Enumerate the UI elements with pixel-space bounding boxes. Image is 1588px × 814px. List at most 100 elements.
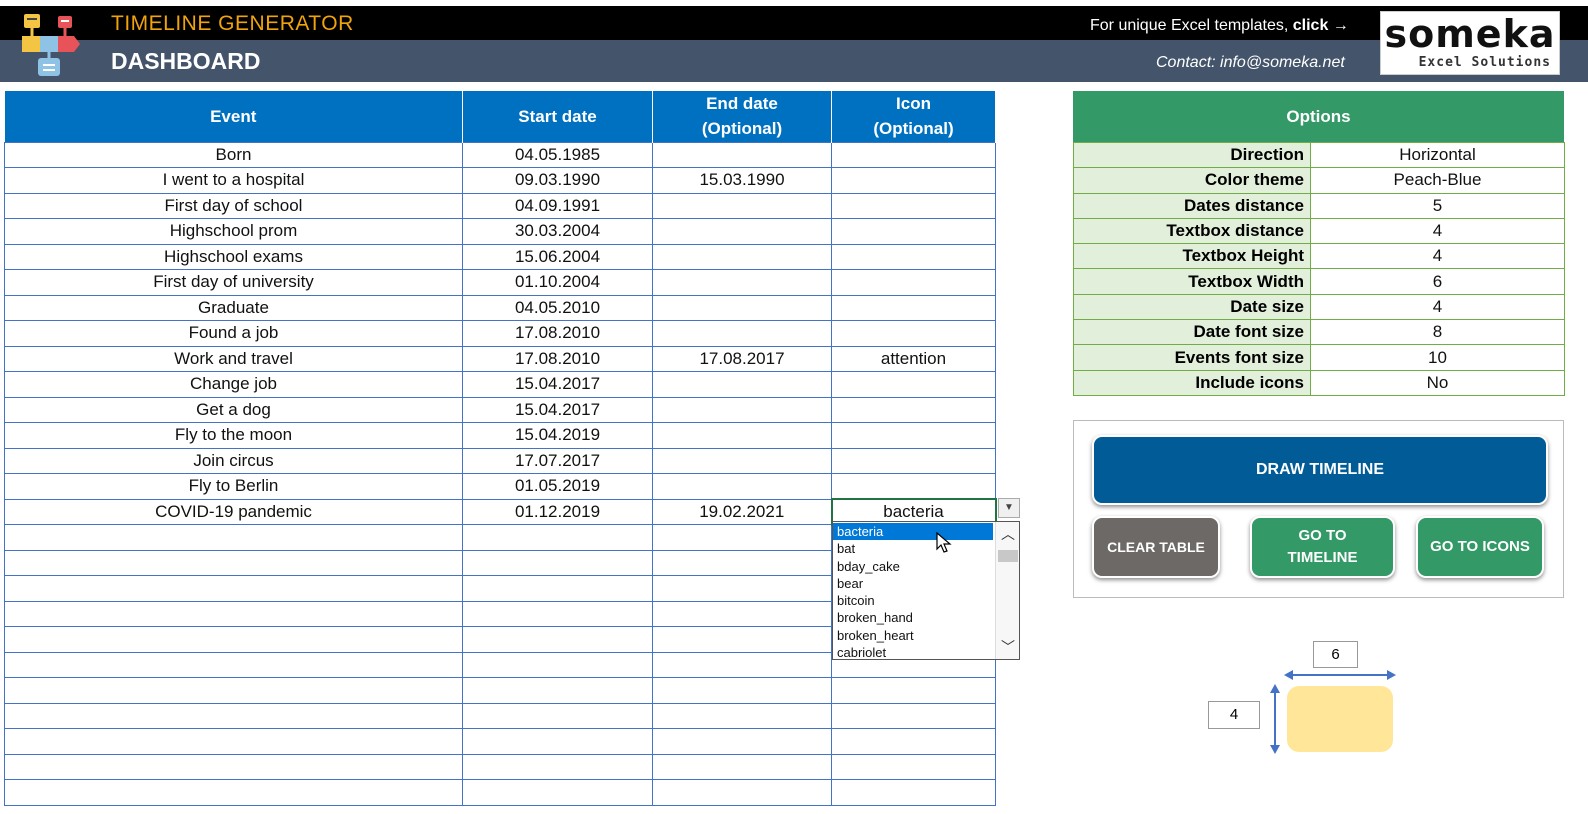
icon-cell[interactable] (831, 779, 996, 806)
start-date-cell[interactable] (462, 575, 653, 602)
option-value[interactable]: Horizontal (1310, 141, 1565, 169)
chevron-down-icon[interactable]: ﹀ (996, 637, 1020, 657)
go-to-icons-button[interactable]: GO TO ICONS (1416, 516, 1544, 578)
event-cell[interactable] (4, 753, 463, 780)
dropdown-option[interactable]: broken_heart (833, 627, 993, 644)
start-date-cell[interactable]: 04.05.1985 (462, 141, 653, 168)
event-cell[interactable]: Get a dog (4, 396, 463, 423)
event-cell[interactable]: I went to a hospital (4, 167, 463, 194)
event-cell[interactable] (4, 549, 463, 576)
end-date-cell[interactable] (652, 575, 832, 602)
icon-cell[interactable] (831, 294, 996, 321)
event-cell[interactable] (4, 677, 463, 704)
end-date-cell[interactable] (652, 728, 832, 755)
option-value[interactable]: 10 (1310, 344, 1565, 371)
start-date-cell[interactable]: 01.12.2019 (462, 498, 653, 525)
start-date-cell[interactable] (462, 702, 653, 729)
icon-cell[interactable] (831, 396, 996, 423)
start-date-cell[interactable]: 17.08.2010 (462, 320, 653, 347)
start-date-cell[interactable] (462, 753, 653, 780)
icon-cell[interactable] (831, 753, 996, 780)
icon-cell[interactable] (831, 728, 996, 755)
start-date-cell[interactable]: 15.04.2017 (462, 371, 653, 398)
end-date-cell[interactable] (652, 779, 832, 806)
icon-cell[interactable] (831, 371, 996, 398)
icon-cell[interactable] (831, 320, 996, 347)
event-cell[interactable] (4, 702, 463, 729)
end-date-cell[interactable] (652, 218, 832, 245)
start-date-cell[interactable]: 30.03.2004 (462, 218, 653, 245)
option-value[interactable]: 8 (1310, 319, 1565, 346)
end-date-cell[interactable] (652, 422, 832, 449)
end-date-cell[interactable] (652, 702, 832, 729)
draw-timeline-button[interactable]: DRAW TIMELINE (1092, 435, 1548, 505)
option-value[interactable]: 4 (1310, 243, 1565, 270)
event-cell[interactable] (4, 524, 463, 551)
end-date-cell[interactable] (652, 320, 832, 347)
end-date-cell[interactable] (652, 677, 832, 704)
dropdown-option[interactable]: broken_hand (833, 609, 993, 626)
icon-cell[interactable] (831, 218, 996, 245)
event-cell[interactable]: Found a job (4, 320, 463, 347)
scrollbar-thumb[interactable] (998, 550, 1018, 562)
start-date-cell[interactable] (462, 677, 653, 704)
start-date-cell[interactable] (462, 728, 653, 755)
event-cell[interactable] (4, 651, 463, 678)
icon-dropdown-list[interactable]: bacteria bat bday_cake bear bitcoin broken_ha… (832, 521, 1020, 660)
option-value[interactable]: Peach-Blue (1310, 167, 1565, 194)
icon-cell[interactable] (831, 447, 996, 474)
end-date-cell[interactable] (652, 549, 832, 576)
end-date-cell[interactable] (652, 396, 832, 423)
event-cell[interactable]: Fly to the moon (4, 422, 463, 449)
event-cell[interactable] (4, 575, 463, 602)
someka-logo[interactable]: someka Excel Solutions (1380, 11, 1560, 75)
option-value[interactable]: No (1310, 369, 1565, 396)
start-date-cell[interactable] (462, 779, 653, 806)
start-date-cell[interactable]: 15.04.2019 (462, 422, 653, 449)
clear-table-button[interactable]: CLEAR TABLE (1092, 516, 1220, 578)
event-cell[interactable]: First day of school (4, 192, 463, 219)
event-cell[interactable]: Born (4, 141, 463, 168)
dropdown-option[interactable]: bitcoin (833, 592, 993, 609)
event-cell[interactable]: Work and travel (4, 345, 463, 372)
start-date-cell[interactable]: 15.06.2004 (462, 243, 653, 270)
event-cell[interactable]: Highschool prom (4, 218, 463, 245)
dropdown-option[interactable]: bacteria (833, 523, 993, 541)
event-cell[interactable] (4, 779, 463, 806)
icon-cell[interactable] (831, 702, 996, 729)
end-date-cell[interactable] (652, 371, 832, 398)
event-cell[interactable] (4, 626, 463, 653)
end-date-cell[interactable] (652, 600, 832, 627)
icon-cell[interactable] (831, 473, 996, 500)
dropdown-option[interactable]: bat (833, 540, 993, 557)
icon-cell[interactable] (831, 243, 996, 270)
event-cell[interactable]: COVID-19 pandemic (4, 498, 463, 525)
end-date-cell[interactable] (652, 651, 832, 678)
end-date-cell[interactable] (652, 447, 832, 474)
start-date-cell[interactable]: 04.09.1991 (462, 192, 653, 219)
icon-cell[interactable] (831, 269, 996, 296)
option-value[interactable]: 5 (1310, 192, 1565, 219)
go-to-timeline-button[interactable]: GO TO TIMELINE (1250, 516, 1395, 578)
promo-link[interactable]: click → (1293, 17, 1349, 34)
event-cell[interactable]: Highschool exams (4, 243, 463, 270)
end-date-cell[interactable] (652, 192, 832, 219)
start-date-cell[interactable]: 17.08.2010 (462, 345, 653, 372)
event-cell[interactable]: Graduate (4, 294, 463, 321)
event-cell[interactable]: Change job (4, 371, 463, 398)
start-date-cell[interactable] (462, 524, 653, 551)
option-value[interactable]: 4 (1310, 293, 1565, 321)
start-date-cell[interactable] (462, 626, 653, 653)
end-date-cell[interactable] (652, 269, 832, 296)
end-date-cell[interactable] (652, 141, 832, 168)
icon-cell[interactable] (831, 141, 996, 168)
start-date-cell[interactable]: 09.03.1990 (462, 167, 653, 194)
dropdown-option[interactable]: bday_cake (833, 558, 993, 575)
dropdown-toggle-button[interactable]: ▼ (998, 498, 1020, 518)
start-date-cell[interactable]: 04.05.2010 (462, 294, 653, 321)
start-date-cell[interactable]: 01.05.2019 (462, 473, 653, 500)
option-value[interactable]: 4 (1310, 217, 1565, 245)
start-date-cell[interactable]: 15.04.2017 (462, 396, 653, 423)
end-date-cell[interactable] (652, 243, 832, 270)
icon-cell[interactable] (831, 677, 996, 704)
